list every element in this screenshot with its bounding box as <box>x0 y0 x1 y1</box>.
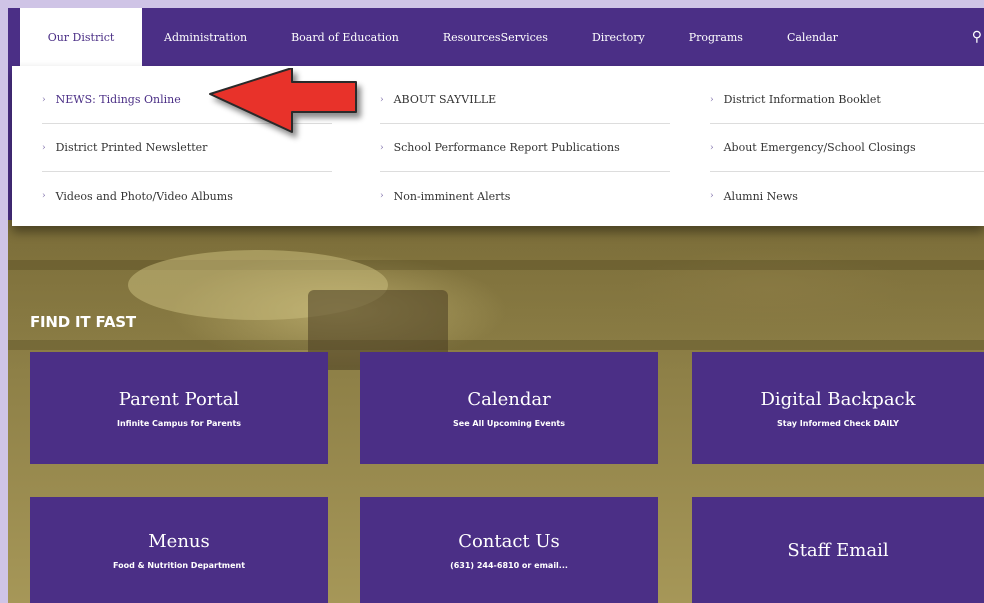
tile-title: Staff Email <box>787 539 889 561</box>
tile-calendar[interactable]: Calendar See All Upcoming Events <box>360 352 658 464</box>
page-frame: Our District Administration Board of Edu… <box>8 8 984 603</box>
dropdown-column-3: › District Information Booklet › About E… <box>710 76 984 220</box>
tile-title: Calendar <box>467 388 551 410</box>
nav-administration[interactable]: Administration <box>142 8 269 66</box>
our-district-dropdown: › NEWS: Tidings Online › District Printe… <box>12 66 984 226</box>
find-it-fast-heading: FIND IT FAST <box>30 313 136 331</box>
dropdown-column-2: › ABOUT SAYVILLE › School Performance Re… <box>380 76 670 220</box>
hero-stripe <box>8 340 984 350</box>
dropdown-item-emergency-closings[interactable]: › About Emergency/School Closings <box>710 124 984 172</box>
dropdown-item-label: Non-imminent Alerts <box>393 189 511 203</box>
tile-subtitle: See All Upcoming Events <box>453 418 565 428</box>
dropdown-item-label: About Emergency/School Closings <box>723 141 916 154</box>
dropdown-item-label: School Performance Report Publications <box>393 141 620 154</box>
nav-our-district[interactable]: Our District <box>20 8 142 66</box>
tile-menus[interactable]: Menus Food & Nutrition Department <box>30 497 328 603</box>
bullet-icon: › <box>42 191 46 201</box>
main-navbar: Our District Administration Board of Edu… <box>8 8 984 66</box>
bullet-icon: › <box>380 142 384 153</box>
search-icon[interactable]: ⚲ <box>972 29 984 45</box>
dropdown-item-alumni-news[interactable]: › Alumni News <box>710 172 984 220</box>
bullet-icon: › <box>42 94 46 105</box>
tile-subtitle: Infinite Campus for Parents <box>116 418 242 428</box>
nav-resources-services[interactable]: ResourcesServices <box>421 8 570 66</box>
dropdown-item-videos-albums[interactable]: › Videos and Photo/Video Albums <box>42 172 332 220</box>
tile-digital-backpack[interactable]: Digital Backpack Stay Informed Check DAI… <box>692 352 984 464</box>
bullet-icon: › <box>42 142 46 153</box>
dropdown-item-label: NEWS: Tidings Online <box>55 93 181 106</box>
tile-title: Contact Us <box>458 530 560 552</box>
dropdown-item-label: Alumni News <box>723 189 798 203</box>
red-arrow-annotation-icon <box>209 68 357 133</box>
dropdown-item-non-imminent-alerts[interactable]: › Non-imminent Alerts <box>380 172 670 220</box>
nav-programs[interactable]: Programs <box>667 8 765 66</box>
tile-title: Parent Portal <box>118 388 240 410</box>
tile-title: Digital Backpack <box>760 388 916 410</box>
nav-directory[interactable]: Directory <box>570 8 667 66</box>
bullet-icon: › <box>710 142 714 153</box>
tile-contact-us[interactable]: Contact Us (631) 244-6810 or email... <box>360 497 658 603</box>
dropdown-item-about-sayville[interactable]: › ABOUT SAYVILLE <box>380 76 670 124</box>
dropdown-item-label: Videos and Photo/Video Albums <box>55 189 233 203</box>
dropdown-item-info-booklet[interactable]: › District Information Booklet <box>710 76 984 124</box>
dropdown-item-label: ABOUT SAYVILLE <box>393 93 497 106</box>
tile-subtitle: Stay Informed Check DAILY <box>777 418 899 428</box>
dropdown-item-label: District Printed Newsletter <box>55 141 208 154</box>
tile-subtitle: Food & Nutrition Department <box>112 560 246 570</box>
nav-board-of-education[interactable]: Board of Education <box>269 8 421 66</box>
bullet-icon: › <box>710 191 714 201</box>
bullet-icon: › <box>380 94 384 105</box>
nav-calendar[interactable]: Calendar <box>765 8 860 66</box>
tile-subtitle: (631) 244-6810 or email... <box>450 560 568 570</box>
bullet-icon: › <box>710 94 714 105</box>
tile-title: Menus <box>148 530 210 552</box>
dropdown-item-performance-report[interactable]: › School Performance Report Publications <box>380 124 670 172</box>
dropdown-item-label: District Information Booklet <box>723 93 881 106</box>
tile-parent-portal[interactable]: Parent Portal Infinite Campus for Parent… <box>30 352 328 464</box>
bullet-icon: › <box>380 191 384 201</box>
tile-staff-email[interactable]: Staff Email <box>692 497 984 603</box>
